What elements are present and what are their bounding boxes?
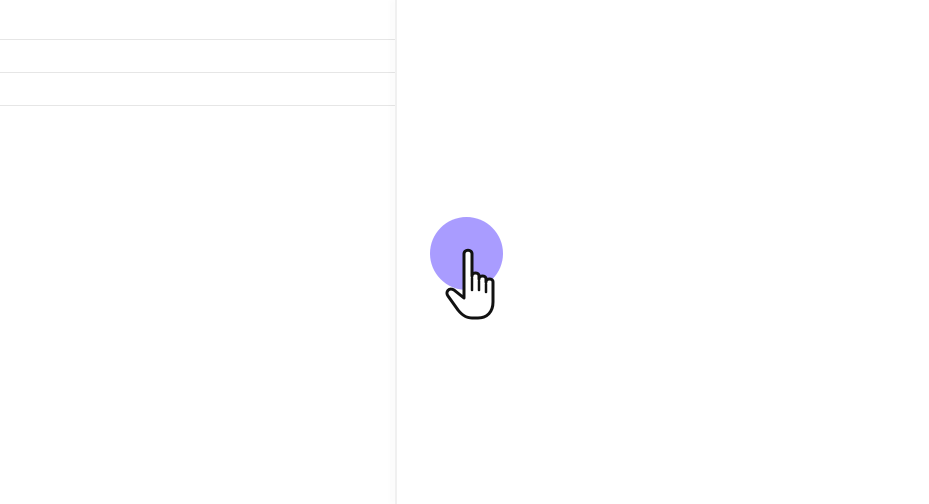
list-item[interactable] [0, 73, 396, 106]
pointing-hand-icon [442, 246, 506, 322]
left-list-pane [0, 0, 396, 504]
list-item[interactable] [0, 40, 396, 73]
list-item[interactable] [0, 7, 396, 40]
screen [0, 0, 929, 504]
